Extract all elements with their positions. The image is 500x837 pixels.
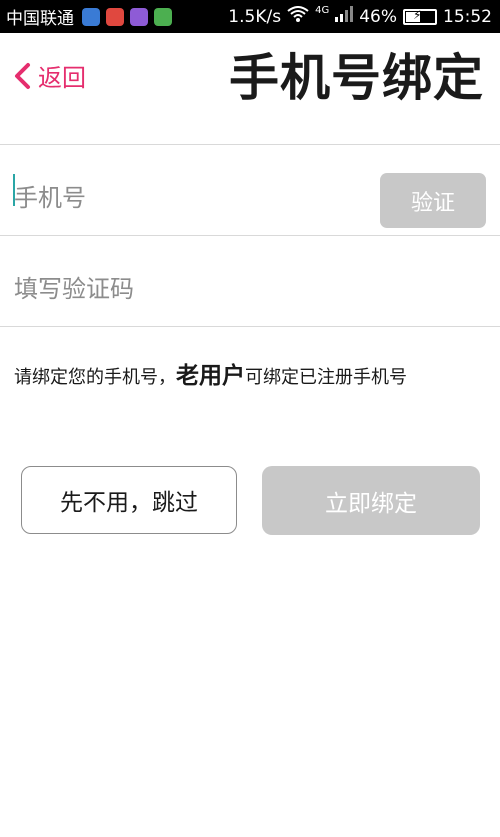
bind-now-button[interactable]: 立即绑定 xyxy=(262,466,480,535)
chevron-left-icon xyxy=(15,62,30,89)
skip-button[interactable]: 先不用，跳过 xyxy=(21,466,237,534)
hint-text-1: 请绑定您的手机号， xyxy=(14,367,176,388)
bind-hint: 请绑定您的手机号，老用户可绑定已注册手机号 xyxy=(14,356,407,390)
gallery-app-icon xyxy=(130,7,148,26)
text-cursor xyxy=(13,174,15,206)
sync-app-icon xyxy=(82,7,100,26)
code-placeholder: 填写验证码 xyxy=(14,275,134,303)
back-button[interactable]: 返回 xyxy=(12,58,86,93)
carrier-name: 中国联通 xyxy=(6,9,74,29)
phone-placeholder: 手机号 xyxy=(14,184,86,212)
wifi-icon xyxy=(287,6,309,27)
verify-button[interactable]: 验证 xyxy=(380,173,486,228)
network-type: 4G xyxy=(315,5,330,16)
status-bar: 中国联通 1.5K/s 4G 46% ⚡ 15:52 xyxy=(0,0,500,33)
signal-icon xyxy=(335,6,354,27)
page-title: 手机号绑定 xyxy=(229,49,484,107)
battery-percent: 46% xyxy=(359,6,397,27)
message-app-icon xyxy=(154,7,172,26)
notification-icons xyxy=(82,7,172,26)
hint-emphasis: 老用户 xyxy=(176,363,245,389)
hint-text-2: 可绑定已注册手机号 xyxy=(245,367,407,388)
clock: 15:52 xyxy=(443,6,492,27)
back-label: 返回 xyxy=(38,64,86,92)
network-speed: 1.5K/s xyxy=(228,6,282,27)
code-divider xyxy=(0,326,500,327)
verification-code-field[interactable]: 填写验证码 xyxy=(0,236,500,326)
battery-charging-icon: ⚡ xyxy=(403,8,437,25)
heart-app-icon xyxy=(106,7,124,26)
